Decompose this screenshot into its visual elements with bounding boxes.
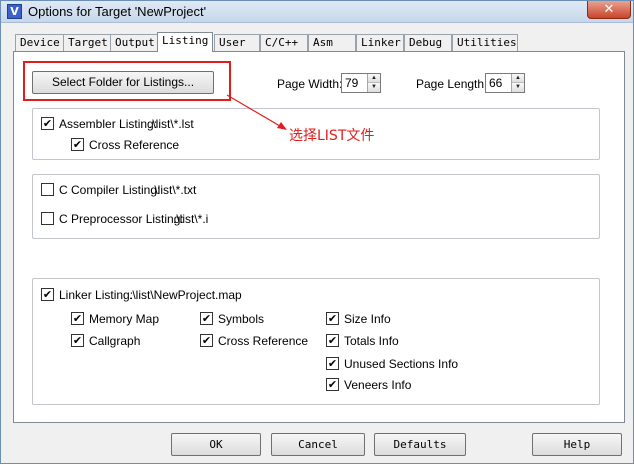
callgraph-label: Callgraph (89, 334, 141, 348)
size-info-label: Size Info (344, 312, 391, 326)
linker-cross-reference-label: Cross Reference (218, 334, 309, 348)
symbols-checkbox[interactable]: ✔ (200, 312, 213, 325)
linker-listing-label: Linker Listing: (59, 288, 134, 302)
c-preprocessor-listing-checkbox[interactable] (41, 212, 54, 225)
unused-sections-info-checkbox[interactable]: ✔ (326, 357, 339, 370)
symbols-label: Symbols (218, 312, 265, 326)
linker-listing-path: .\list\NewProject.map (129, 288, 242, 302)
linker-cross-reference-checkbox[interactable]: ✔ (200, 334, 213, 347)
ok-button[interactable]: OK (171, 433, 261, 456)
options-dialog: V Options for Target 'NewProject' ✕ Devi… (0, 0, 634, 464)
c-compiler-listing-path: .\list\*.txt (151, 183, 197, 197)
c-compiler-listing-checkbox[interactable] (41, 183, 54, 196)
linker-listing-checkbox[interactable]: ✔ (41, 288, 54, 301)
tab-listing[interactable]: Listing (157, 32, 213, 52)
c-preprocessor-listing-path: .\list\*.i (173, 212, 209, 226)
veneers-info-label: Veneers Info (344, 378, 412, 392)
c-compiler-listing-label: C Compiler Listing: (59, 183, 161, 197)
c-preprocessor-listing-label: C Preprocessor Listing: (59, 212, 184, 226)
cancel-button[interactable]: Cancel (271, 433, 365, 456)
annotation-text: 选择LIST文件 (289, 128, 375, 144)
callgraph-checkbox[interactable]: ✔ (71, 334, 84, 347)
totals-info-label: Totals Info (344, 334, 399, 348)
size-info-checkbox[interactable]: ✔ (326, 312, 339, 325)
help-button[interactable]: Help (532, 433, 622, 456)
memory-map-label: Memory Map (89, 312, 160, 326)
unused-sections-info-label: Unused Sections Info (344, 357, 459, 371)
totals-info-checkbox[interactable]: ✔ (326, 334, 339, 347)
memory-map-checkbox[interactable]: ✔ (71, 312, 84, 325)
veneers-info-checkbox[interactable]: ✔ (326, 378, 339, 391)
defaults-button[interactable]: Defaults (374, 433, 466, 456)
